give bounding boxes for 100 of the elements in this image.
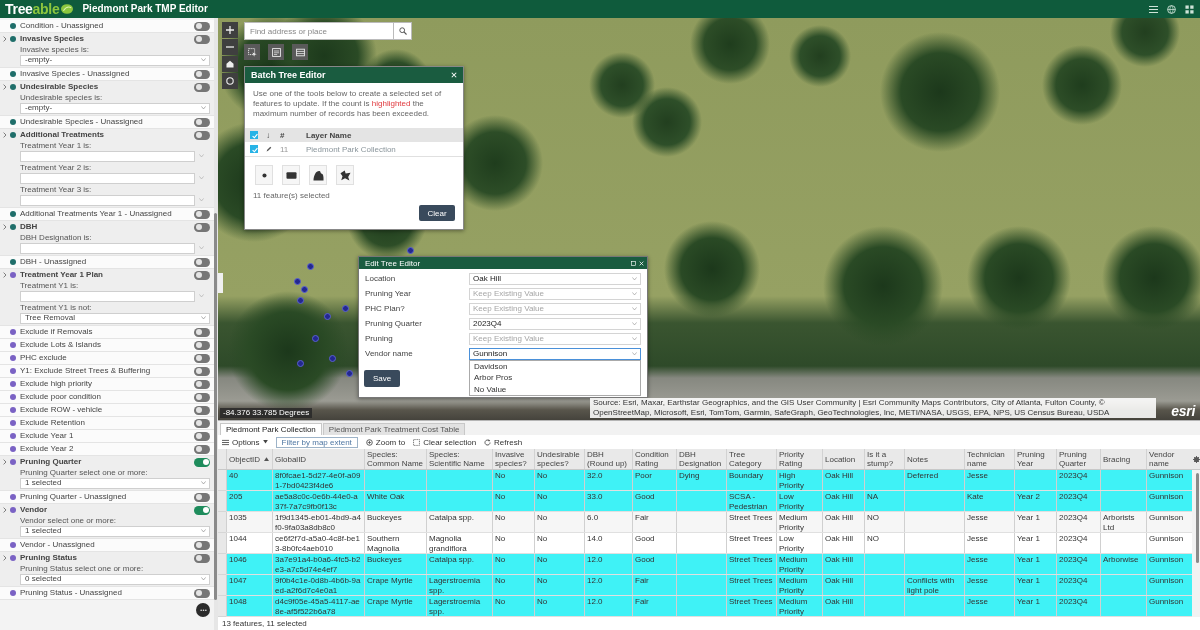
toggle-switch[interactable] — [194, 418, 210, 428]
input-field[interactable] — [20, 150, 195, 162]
toggle-switch[interactable] — [194, 588, 210, 598]
toggle-switch[interactable] — [194, 353, 210, 363]
tree-point-icon[interactable] — [294, 278, 301, 285]
dropdown-field[interactable]: Oak Hill — [469, 272, 641, 285]
zoom-in-button[interactable] — [222, 22, 238, 38]
column-header[interactable]: Species: Common Name — [364, 449, 426, 469]
close-icon[interactable] — [451, 72, 457, 78]
tree-point-icon[interactable] — [301, 286, 308, 293]
column-header[interactable]: Undesirable species? — [534, 449, 584, 469]
search-field[interactable]: Find address or place — [244, 22, 394, 40]
dropdown-field[interactable]: Gunnison — [469, 347, 641, 360]
scroll-thumb[interactable] — [1196, 473, 1199, 563]
column-header[interactable]: Notes — [904, 449, 964, 469]
dropdown-field[interactable]: 2023Q4 — [469, 317, 641, 330]
settings-icon[interactable] — [1193, 456, 1200, 463]
dropdown-field[interactable]: 1 selected — [20, 525, 210, 537]
dropdown-option[interactable]: Davidson — [470, 360, 640, 372]
toggle-switch[interactable] — [194, 540, 210, 550]
caret-icon[interactable] — [3, 555, 7, 561]
toggle-switch[interactable] — [194, 340, 210, 350]
toggle-switch[interactable] — [194, 270, 210, 280]
column-header[interactable]: Vendor name — [1146, 449, 1192, 469]
table-row[interactable]: 1035 1f9d1345-eb01-4bd9-a4f0-9fa03a8db8c0 Buckeyes Catalpa spp. No No 6.0 Fair Street Trees Medium Priority Oak Hill NO Jesse Year 1 2023Q4 Arborists Ltd Gunnison — [226, 512, 1192, 533]
table-tab[interactable]: Piedmont Park Treatment Cost Table — [322, 423, 466, 435]
minimize-icon[interactable] — [631, 260, 636, 266]
toolbar-button[interactable]: Options — [222, 436, 268, 448]
dropdown-field[interactable]: -empty- — [20, 102, 210, 114]
tree-point-icon[interactable] — [407, 247, 414, 254]
dropdown-field[interactable]: -empty- — [20, 54, 210, 66]
pencil-icon[interactable] — [266, 146, 272, 152]
caret-icon[interactable] — [3, 224, 7, 230]
freehand-tool-button[interactable] — [309, 165, 327, 185]
toggle-switch[interactable] — [194, 444, 210, 454]
globe-icon[interactable] — [1167, 4, 1176, 14]
row-handle[interactable] — [218, 554, 226, 575]
toolbar-button[interactable]: Filter by map extent — [275, 436, 358, 448]
column-header[interactable]: Pruning Quarter — [1056, 449, 1100, 469]
checkbox[interactable] — [250, 131, 258, 139]
column-header[interactable]: Invasive species? — [492, 449, 534, 469]
toggle-switch[interactable] — [194, 130, 210, 140]
dropdown-option[interactable]: Arbor Pros — [470, 372, 640, 384]
clear-button[interactable]: Clear — [419, 205, 455, 221]
toolbar-button[interactable]: Clear selection — [413, 436, 477, 448]
tree-point-icon[interactable] — [307, 263, 314, 270]
toggle-switch[interactable] — [194, 327, 210, 337]
table-row[interactable]: 205 ae5a8c0c-0e6b-44e0-a37f-7a7c9fb0f13c White Oak No No 33.0 Good SCSA - Pedestrian Low Priority Oak Hill NA Kate Year 2 2023Q4 Gunnison — [226, 491, 1192, 512]
more-button[interactable] — [196, 603, 210, 617]
grid-icon[interactable] — [1185, 4, 1194, 14]
caret-icon[interactable] — [3, 459, 7, 465]
column-header[interactable]: Tree Category — [726, 449, 776, 469]
caret-icon[interactable] — [3, 132, 7, 138]
caret-icon[interactable] — [3, 36, 7, 42]
input-field[interactable] — [20, 194, 195, 206]
row-handle[interactable] — [218, 491, 226, 512]
input-field[interactable] — [20, 242, 195, 254]
tree-point-icon[interactable] — [346, 370, 353, 377]
column-header[interactable]: Condition Rating — [632, 449, 676, 469]
list-icon[interactable] — [1149, 4, 1158, 14]
column-header[interactable]: Is it a stump? — [864, 449, 904, 469]
row-handle[interactable] — [218, 512, 226, 533]
zoom-out-button[interactable] — [222, 39, 238, 55]
table-row[interactable]: 1046 3a7e91a4-b0a6-4fc5-b2e3-a7c5d74e4ef7 Buckeyes Catalpa spp. No No 12.0 Good Street Trees Medium Priority Oak Hill Jesse Year 1 2023Q4 Arborwise Gunnison — [226, 554, 1192, 575]
caret-icon[interactable] — [3, 84, 7, 90]
home-button[interactable] — [222, 56, 238, 72]
table-button[interactable] — [292, 44, 308, 60]
toggle-switch[interactable] — [194, 505, 210, 515]
column-header[interactable]: DBH (Round up) — [584, 449, 632, 469]
column-header[interactable]: GlobalID — [272, 449, 364, 469]
table-row[interactable]: 1047 9f0b4c1e-0d8b-4b6b-9aed-a2f6d7c4e0a1 Crape Myrtle Lagerstroemia spp. No No 12.0 Fair Street Trees Medium Priority Oak Hill Conflicts with light pole Jesse Year 1 2023Q4 Gunnison — [226, 575, 1192, 596]
toggle-switch[interactable] — [194, 222, 210, 232]
save-button[interactable]: Save — [364, 370, 400, 387]
column-header[interactable]: Pruning Year — [1014, 449, 1056, 469]
row-handle[interactable] — [218, 575, 226, 596]
dropdown-field[interactable]: 0 selected — [20, 573, 210, 585]
scroll-thumb[interactable] — [214, 213, 217, 600]
column-header[interactable]: Priority Rating — [776, 449, 822, 469]
input-field[interactable] — [20, 172, 195, 184]
toggle-switch[interactable] — [194, 366, 210, 376]
column-header[interactable]: Bracing — [1100, 449, 1146, 469]
column-header[interactable]: Species: Scientific Name — [426, 449, 492, 469]
table-row[interactable]: 40 8f0fcae1-5d27-4e0f-a091-7bd0423f4de6 No No 32.0 Poor Dying Boundary High Priority Oak Hill Deferred Jesse 2023Q4 Gunnison — [226, 470, 1192, 491]
checkbox[interactable] — [250, 145, 258, 153]
dropdown-option[interactable]: No Value — [470, 383, 640, 395]
toggle-switch[interactable] — [194, 405, 210, 415]
toggle-switch[interactable] — [194, 117, 210, 127]
tree-point-icon[interactable] — [342, 305, 349, 312]
dropdown-field[interactable]: Tree Removal — [20, 312, 210, 324]
row-handle[interactable] — [218, 533, 226, 554]
locate-button[interactable] — [222, 73, 238, 89]
select-tool-button[interactable] — [244, 44, 260, 60]
table-tab[interactable]: Piedmont Park Collection — [220, 423, 322, 435]
toggle-switch[interactable] — [194, 21, 210, 31]
caret-icon[interactable] — [3, 272, 7, 278]
dropdown-field[interactable]: 1 selected — [20, 477, 210, 489]
toggle-switch[interactable] — [194, 392, 210, 402]
row-handle[interactable] — [218, 596, 226, 617]
tree-point-icon[interactable] — [297, 297, 304, 304]
toggle-switch[interactable] — [194, 209, 210, 219]
